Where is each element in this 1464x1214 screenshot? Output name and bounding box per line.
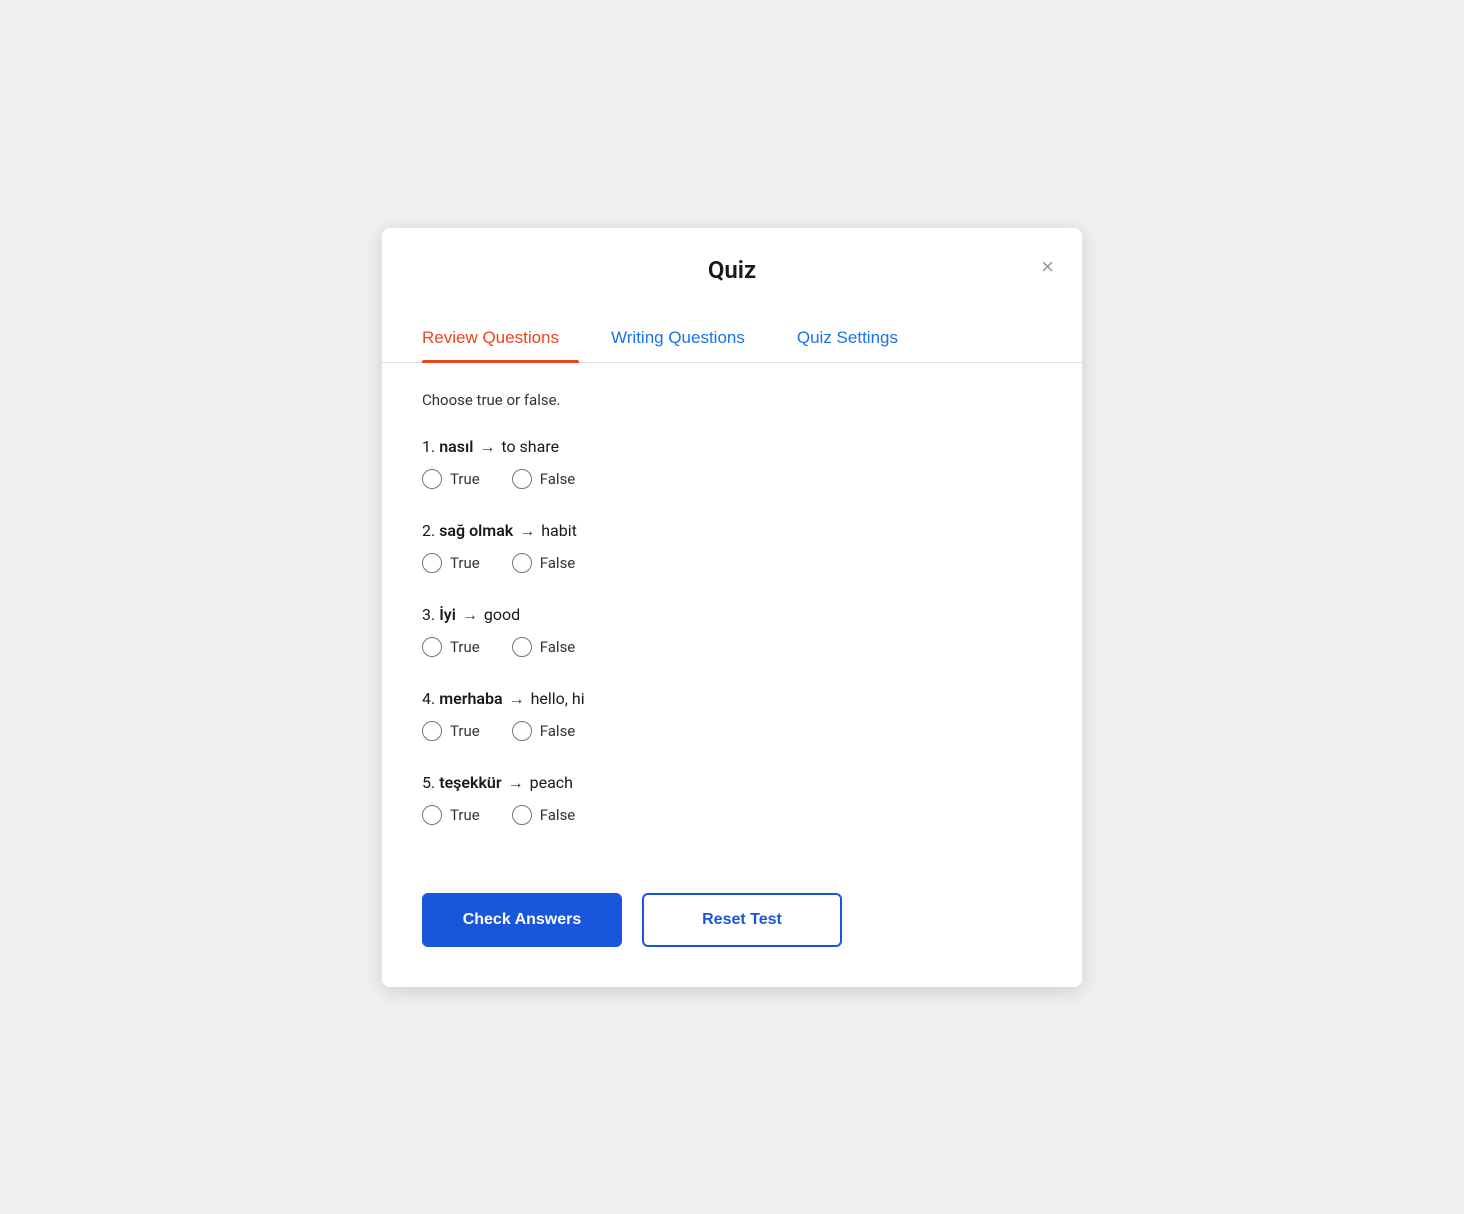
question-5-true-text: True: [450, 806, 480, 824]
question-2-arrow: →: [519, 521, 535, 540]
question-1-false-text: False: [540, 470, 576, 488]
question-1-options: True False: [422, 469, 1042, 489]
question-1-arrow: →: [479, 437, 495, 456]
question-5-false-radio[interactable]: [512, 805, 532, 825]
modal-header: Quiz ×: [382, 228, 1082, 284]
question-4-false-radio[interactable]: [512, 721, 532, 741]
question-4-false-text: False: [540, 722, 576, 740]
question-4-true-radio[interactable]: [422, 721, 442, 741]
question-4-true-label[interactable]: True: [422, 721, 480, 741]
question-2-text: 2. sağ olmak→habit: [422, 521, 1042, 541]
question-2-false-radio[interactable]: [512, 553, 532, 573]
question-4-translation: hello, hi: [531, 689, 585, 708]
modal-title: Quiz: [422, 256, 1042, 284]
question-3-false-label[interactable]: False: [512, 637, 576, 657]
question-2-word: sağ olmak: [439, 521, 513, 540]
check-answers-button[interactable]: Check Answers: [422, 893, 622, 947]
question-1-true-text: True: [450, 470, 480, 488]
question-3-text: 3. İyi→good: [422, 605, 1042, 625]
tab-bar: Review Questions Writing Questions Quiz …: [382, 296, 1082, 363]
question-2-translation: habit: [541, 521, 577, 540]
question-1-true-label[interactable]: True: [422, 469, 480, 489]
reset-test-button[interactable]: Reset Test: [642, 893, 842, 947]
question-5-options: True False: [422, 805, 1042, 825]
instruction-text: Choose true or false.: [422, 391, 1042, 409]
question-3-word: İyi: [439, 605, 456, 624]
question-2-true-label[interactable]: True: [422, 553, 480, 573]
question-3-options: True False: [422, 637, 1042, 657]
question-4-text: 4. merhaba→hello, hi: [422, 689, 1042, 709]
question-5-arrow: →: [508, 773, 524, 792]
question-2-options: True False: [422, 553, 1042, 573]
question-2-true-text: True: [450, 554, 480, 572]
close-button[interactable]: ×: [1037, 252, 1058, 282]
question-1-translation: to share: [501, 437, 559, 456]
question-5-translation: peach: [530, 773, 573, 792]
question-1-text: 1. nasıl→to share: [422, 437, 1042, 457]
tab-review-questions[interactable]: Review Questions: [422, 316, 579, 362]
question-3-translation: good: [484, 605, 520, 624]
question-4-word: merhaba: [439, 689, 502, 708]
action-buttons: Check Answers Reset Test: [382, 857, 1082, 947]
question-3-true-text: True: [450, 638, 480, 656]
question-2-number: 2: [422, 521, 431, 540]
question-5-false-label[interactable]: False: [512, 805, 576, 825]
question-2: 2. sağ olmak→habit True False: [422, 521, 1042, 573]
question-1-true-radio[interactable]: [422, 469, 442, 489]
question-1: 1. nasıl→to share True False: [422, 437, 1042, 489]
question-4-number: 4: [422, 689, 431, 708]
quiz-modal: Quiz × Review Questions Writing Question…: [382, 228, 1082, 987]
question-2-false-text: False: [540, 554, 576, 572]
question-3-true-label[interactable]: True: [422, 637, 480, 657]
question-5: 5. teşekkür→peach True False: [422, 773, 1042, 825]
question-4-arrow: →: [509, 689, 525, 708]
question-5-text: 5. teşekkür→peach: [422, 773, 1042, 793]
question-4: 4. merhaba→hello, hi True False: [422, 689, 1042, 741]
question-5-true-radio[interactable]: [422, 805, 442, 825]
question-3-false-radio[interactable]: [512, 637, 532, 657]
tab-quiz-settings[interactable]: Quiz Settings: [797, 316, 918, 362]
question-3-true-radio[interactable]: [422, 637, 442, 657]
question-3: 3. İyi→good True False: [422, 605, 1042, 657]
tab-writing-questions[interactable]: Writing Questions: [611, 316, 765, 362]
question-4-true-text: True: [450, 722, 480, 740]
question-4-options: True False: [422, 721, 1042, 741]
question-5-word: teşekkür: [439, 773, 501, 792]
question-5-true-label[interactable]: True: [422, 805, 480, 825]
question-1-word: nasıl: [439, 437, 473, 456]
question-1-false-label[interactable]: False: [512, 469, 576, 489]
question-3-arrow: →: [462, 605, 478, 624]
question-4-false-label[interactable]: False: [512, 721, 576, 741]
question-3-false-text: False: [540, 638, 576, 656]
question-1-number: 1: [422, 437, 431, 456]
question-3-number: 3: [422, 605, 431, 624]
question-1-false-radio[interactable]: [512, 469, 532, 489]
question-2-true-radio[interactable]: [422, 553, 442, 573]
question-5-number: 5: [422, 773, 431, 792]
question-5-false-text: False: [540, 806, 576, 824]
question-2-false-label[interactable]: False: [512, 553, 576, 573]
quiz-content: Choose true or false. 1. nasıl→to share …: [382, 363, 1082, 825]
